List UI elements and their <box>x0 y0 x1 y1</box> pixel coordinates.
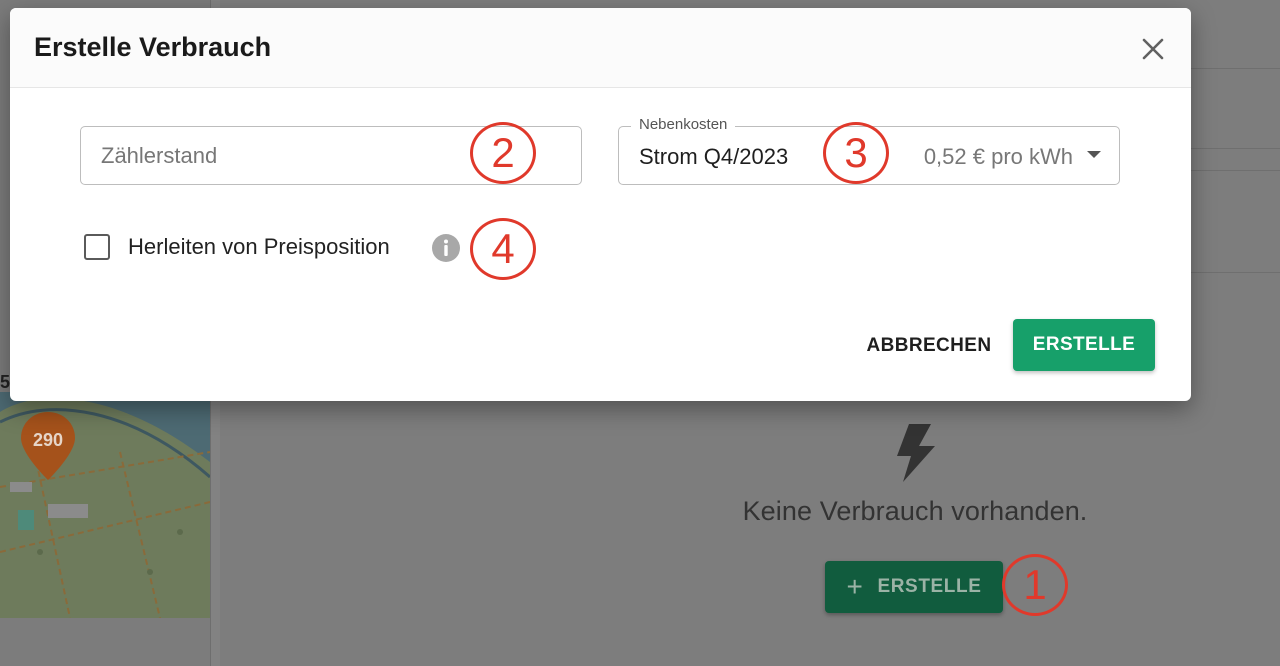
utility-cost-value: Strom Q4/2023 <box>639 144 789 169</box>
derive-from-price-label: Herleiten von Preisposition <box>128 234 390 259</box>
create-consumption-dialog: Erstelle Verbrauch Nebenkosten Strom Q4/… <box>10 8 1191 401</box>
map-marker[interactable]: 290 <box>19 410 77 482</box>
map-corner-text: 5 <box>0 372 11 392</box>
dialog-header: Erstelle Verbrauch <box>10 8 1191 88</box>
utility-cost-label: Nebenkosten <box>631 116 736 133</box>
background-create-button[interactable]: + ERSTELLE <box>825 561 1003 613</box>
empty-state: Keine Verbrauch vorhanden. <box>700 420 1130 527</box>
background-create-label: ERSTELLE <box>877 576 982 597</box>
derive-from-price-checkbox[interactable] <box>84 234 110 260</box>
close-button[interactable] <box>1138 34 1168 64</box>
derive-from-price-row: Herleiten von Preisposition <box>84 232 390 262</box>
cancel-button[interactable]: ABBRECHEN <box>862 328 996 364</box>
annotation-marker-4: 4 <box>470 218 536 280</box>
info-icon[interactable] <box>431 233 461 263</box>
plus-icon: + <box>846 571 864 602</box>
create-button[interactable]: ERSTELLE <box>1013 319 1155 371</box>
dialog-title: Erstelle Verbrauch <box>34 32 272 62</box>
annotation-marker-2: 2 <box>470 122 536 184</box>
lightning-bolt-icon <box>897 424 935 482</box>
chevron-down-icon <box>1087 151 1101 158</box>
annotation-marker-1: 1 <box>1002 554 1068 616</box>
close-icon <box>1142 38 1164 60</box>
background-sidebar-bottom <box>0 618 210 666</box>
empty-state-text: Keine Verbrauch vorhanden. <box>742 496 1088 526</box>
annotation-marker-3: 3 <box>823 122 889 184</box>
utility-cost-price: 0,52 € pro kWh <box>923 144 1073 169</box>
map-marker-label: 290 <box>32 430 64 450</box>
